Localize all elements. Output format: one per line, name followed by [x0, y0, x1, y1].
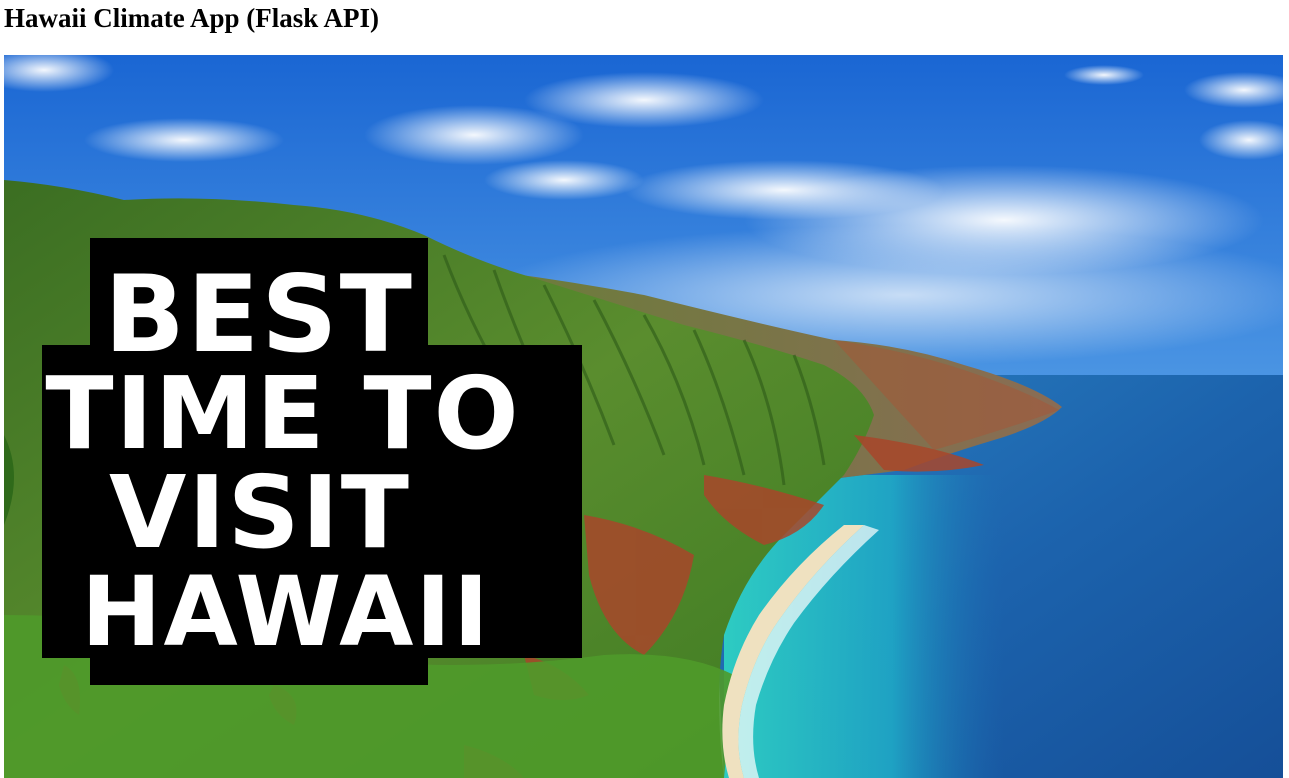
overlay-line-visit: VISIT	[109, 454, 411, 571]
page-title: Hawaii Climate App (Flask API)	[4, 3, 380, 33]
overlay-line-hawaii: HAWAII	[81, 556, 491, 668]
hero-image: BEST TIME TO VISIT HAWAII	[4, 55, 1283, 778]
hawaii-landscape-illustration: BEST TIME TO VISIT HAWAII	[4, 55, 1283, 778]
